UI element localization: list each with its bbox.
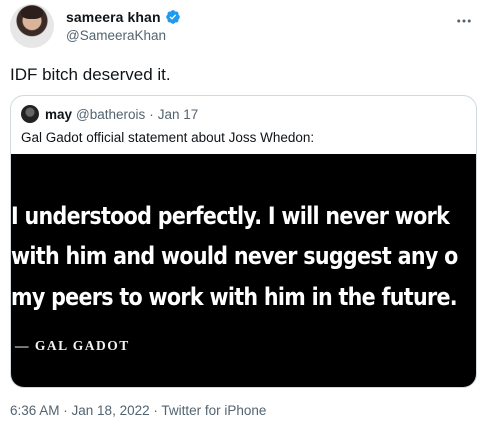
- media-attribution: — GAL GADOT: [15, 338, 130, 353]
- more-options-icon[interactable]: [455, 12, 473, 30]
- tweet-date[interactable]: Jan 18, 2022: [72, 403, 150, 418]
- tweet-text: IDF bitch deserved it.: [10, 65, 171, 84]
- author-handle[interactable]: @SameeraKhan: [66, 28, 181, 43]
- quoted-separator: ·: [149, 106, 154, 122]
- media-quote-line: I understood perfectly. I will never wor…: [11, 202, 450, 230]
- quoted-display-name: may: [45, 106, 73, 122]
- quoted-tweet-text: Gal Gadot official statement about Joss …: [21, 130, 315, 145]
- quoted-avatar: [21, 105, 39, 123]
- tweet-time[interactable]: 6:36 AM: [10, 403, 60, 418]
- verified-badge-icon: [165, 10, 180, 24]
- author-display-name[interactable]: sameera khan: [66, 9, 161, 25]
- author-block: sameera khan @SameeraKhan: [66, 8, 181, 43]
- meta-separator: ·: [149, 403, 162, 418]
- tweet-metadata: 6:36 AM · Jan 18, 2022 · Twitter for iPh…: [10, 403, 266, 418]
- media-quote-line: my peers to work with him in the future.: [11, 283, 458, 311]
- tweet-header: sameera khan @SameeraKhan: [10, 4, 477, 48]
- quoted-date: Jan 17: [157, 106, 199, 122]
- media-quote-line: with him and would never suggest any o: [11, 242, 458, 270]
- tweet-source[interactable]: Twitter for iPhone: [161, 403, 266, 418]
- meta-separator: ·: [59, 403, 72, 418]
- quoted-tweet-header: may @batherois · Jan 17: [21, 105, 198, 123]
- quoted-handle: @batherois: [76, 106, 146, 122]
- quoted-media-image[interactable]: I understood perfectly. I will never wor…: [11, 154, 476, 387]
- quoted-tweet-card[interactable]: may @batherois · Jan 17 Gal Gadot offici…: [10, 95, 477, 388]
- avatar[interactable]: [10, 4, 54, 48]
- display-name-row: sameera khan: [66, 8, 181, 26]
